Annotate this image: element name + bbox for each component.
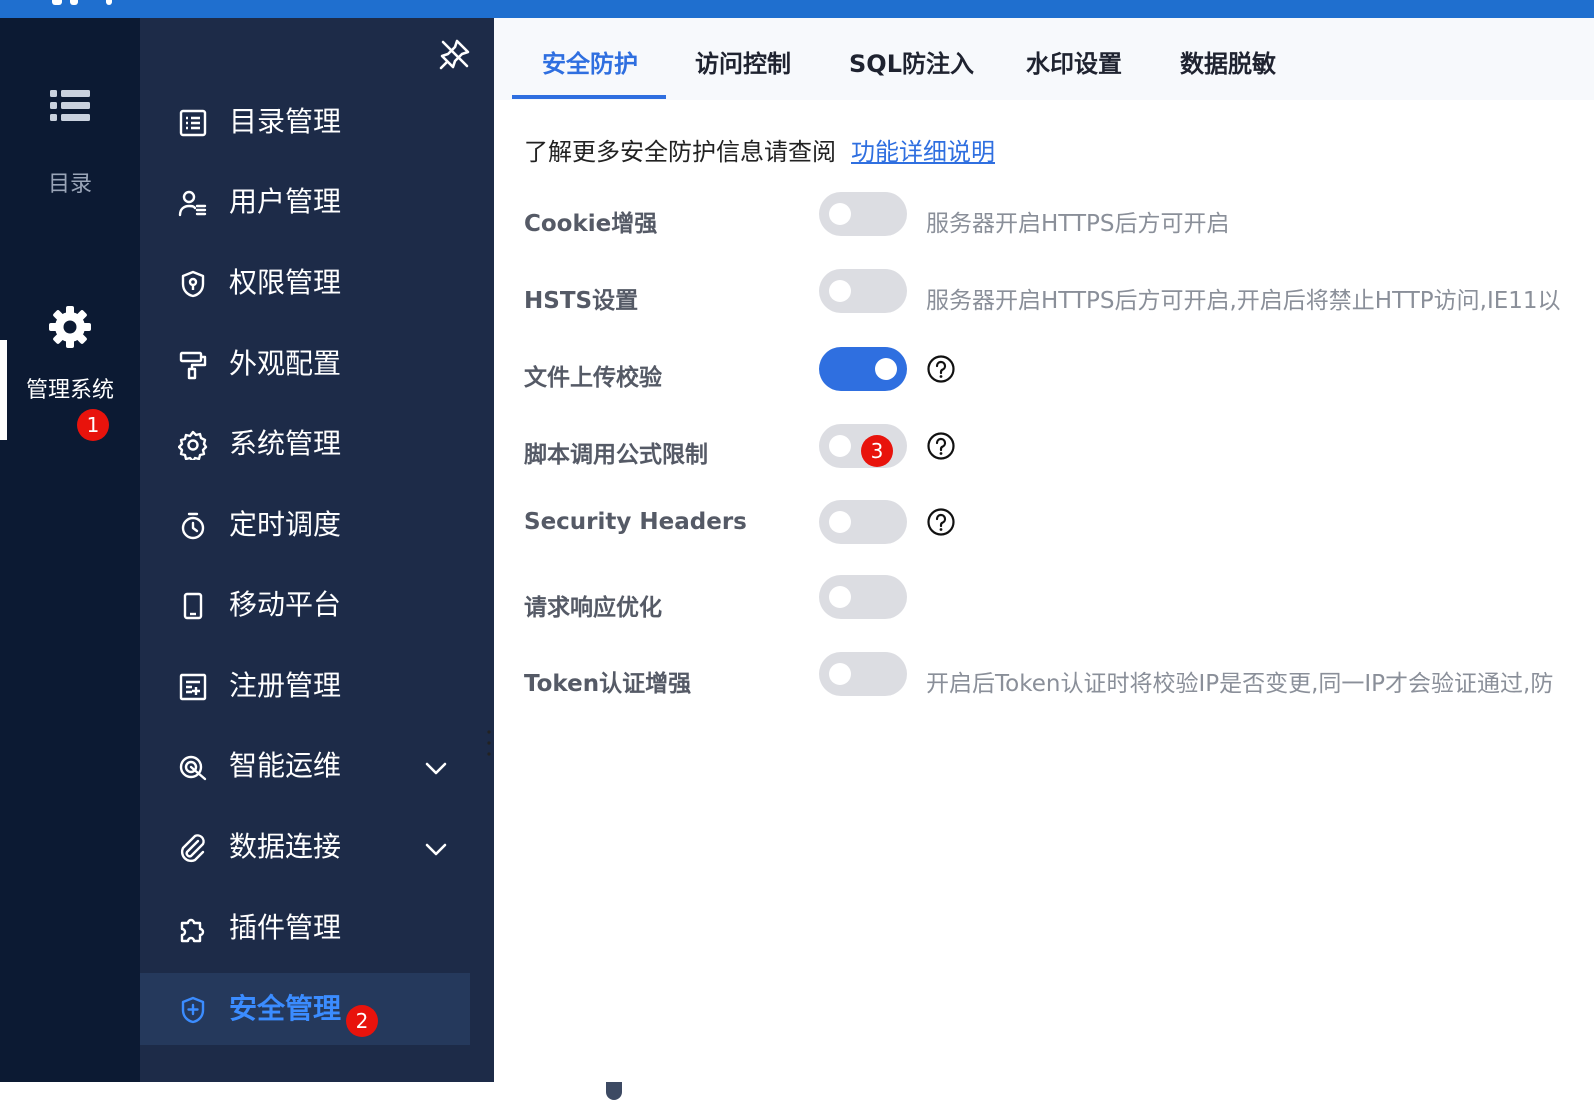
sidebar-item-label: 注册管理 [229,669,342,702]
register-icon [179,673,207,701]
setting-description: 服务器开启HTTPS后方可开启,开启后将禁止HTTP访问,IE11以 [926,288,1561,314]
setting-description: 开启后Token认证时将校验IP是否变更,同一IP才会验证通过,防 [926,671,1554,697]
sidebar-item-users[interactable]: 用户管理 [140,166,470,238]
token-auth-toggle[interactable] [819,652,907,696]
app-rail: 目录 管理系统 [0,18,140,1082]
tab-bar: 安全防护 访问控制 SQL防注入 水印设置 数据脱敏 [494,18,1594,100]
sidebar-item-security[interactable]: 安全管理 [140,973,470,1045]
sidebar-item-directory[interactable]: 目录管理 [140,86,470,158]
rail-item-label: 目录 [47,172,92,197]
sidebar-item-label: 权限管理 [229,266,342,299]
sidebar-item-label: 插件管理 [229,911,342,944]
tab-data-masking[interactable]: 数据脱敏 [1180,44,1276,79]
gear-icon [178,430,208,460]
paint-roller-icon [179,351,207,380]
tab-security-protection[interactable]: 安全防护 [542,44,638,79]
user-icon [178,190,207,217]
sidebar-item-appearance[interactable]: 外观配置 [140,328,470,400]
tab-sql-injection[interactable]: SQL防注入 [849,44,974,79]
feature-details-link[interactable]: 功能详细说明 [851,132,995,167]
shield-plus-icon [181,996,205,1024]
file-upload-check-toggle[interactable] [819,347,907,391]
sidebar-item-label: 目录管理 [229,105,342,138]
sidebar-item-system[interactable]: 系统管理 [140,408,470,480]
sidebar-item-label: 用户管理 [229,185,342,218]
setting-label: Security Headers [524,509,747,535]
mobile-icon [183,592,203,620]
annotation-badge: 3 [861,435,893,467]
sidebar-item-label: 数据连接 [229,830,342,863]
stopwatch-icon [181,512,205,540]
sidebar-item-plugins[interactable]: 插件管理 [140,892,470,964]
top-bar [0,0,1594,18]
setting-label: 请求响应优化 [524,595,662,621]
radar-icon [179,755,207,781]
app-logo [46,0,116,7]
sidebar-item-permissions[interactable]: 权限管理 [140,247,470,319]
paperclip-icon [180,834,205,863]
setting-label: HSTS设置 [524,288,639,314]
setting-label: 脚本调用公式限制 [524,442,708,468]
list-icon [50,90,90,121]
sidebar-item-ops[interactable]: 智能运维 [140,730,470,802]
help-circle-icon[interactable] [926,431,956,461]
chevron-down-icon[interactable] [422,835,450,863]
sidebar-item-mobile[interactable]: 移动平台 [140,569,470,641]
rail-item-directory[interactable]: 目录 [0,88,140,198]
tab-watermark[interactable]: 水印设置 [1026,44,1122,79]
gear-icon [49,306,91,348]
rail-item-management[interactable]: 管理系统 [0,306,140,404]
sidebar-item-scheduler[interactable]: 定时调度 [140,489,470,561]
shield-icon [181,270,205,298]
sidebar-item-label: 智能运维 [229,749,342,782]
pin-off-icon[interactable] [437,36,473,72]
cookie-toggle[interactable] [819,192,907,236]
setting-label: Cookie增强 [524,211,658,237]
rail-item-label: 管理系统 [25,378,114,403]
main-content: 安全防护 访问控制 SQL防注入 水印设置 数据脱敏 了解更多安全防护信息请查阅… [494,18,1594,1082]
help-circle-icon[interactable] [926,507,956,537]
setting-label: Token认证增强 [524,671,692,697]
response-optimization-toggle[interactable] [819,575,907,619]
sidebar-item-data-connection[interactable]: 数据连接 [140,811,470,883]
sidebar-item-label: 外观配置 [229,347,342,380]
setting-label: 文件上传校验 [524,365,662,391]
list-icon [179,109,207,137]
intro-text: 了解更多安全防护信息请查阅 [524,138,836,166]
sidebar-item-label: 安全管理 [229,992,342,1025]
sidebar-item-label: 定时调度 [229,508,342,541]
sidebar-item-label: 系统管理 [229,427,342,460]
active-tab-indicator [512,95,666,99]
chevron-down-icon[interactable] [422,754,450,782]
setting-description: 服务器开启HTTPS后方可开启 [926,211,1230,237]
help-circle-icon[interactable] [926,354,956,384]
sidebar-menu: 目录管理 用户管理 权限管理 外观配置 系统管理 定时调度 移动平台 注册管理 … [140,18,622,1100]
annotation-badge: 1 [77,409,109,441]
hsts-toggle[interactable] [819,269,907,313]
annotation-badge: 2 [346,1005,378,1037]
tab-access-control[interactable]: 访问控制 [695,44,791,79]
sidebar-item-label: 移动平台 [229,588,342,621]
sidebar-item-registration[interactable]: 注册管理 [140,650,470,722]
security-headers-toggle[interactable] [819,500,907,544]
puzzle-icon [180,918,205,943]
